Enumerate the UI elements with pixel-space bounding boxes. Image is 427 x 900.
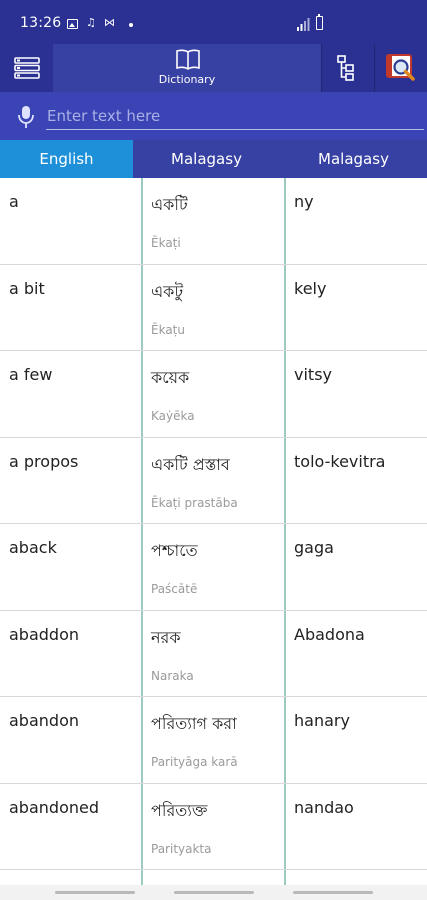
microphone-icon[interactable] bbox=[16, 105, 36, 129]
english-word: aback bbox=[9, 538, 57, 557]
status-bar: 13:26 ♫ ⋈ bbox=[0, 0, 427, 44]
nav-home-button[interactable] bbox=[174, 891, 254, 894]
list-item[interactable]: abandon পরিত্যাগ করা Parityāga karā hana… bbox=[0, 697, 427, 784]
english-word: a propos bbox=[9, 451, 79, 471]
malagasy-word: nandao bbox=[294, 797, 354, 817]
list-item[interactable]: a একটি Ēkaṭi ny bbox=[0, 178, 427, 265]
nav-recents-button[interactable] bbox=[55, 891, 135, 894]
english-word: abandon bbox=[9, 711, 79, 730]
bengali-word: একটি bbox=[151, 195, 188, 214]
list-item[interactable]: aback পশ্চাতে Paścātē gaga bbox=[0, 524, 427, 611]
dictionary-search-button[interactable] bbox=[375, 44, 427, 92]
malagasy-word: ny bbox=[294, 192, 314, 211]
transliteration: Ēkaṭu bbox=[151, 322, 185, 337]
dictionary-tab[interactable]: Dictionary bbox=[53, 44, 321, 92]
bengali-word: পশ্চাতে bbox=[151, 541, 198, 560]
tab-english[interactable]: English bbox=[0, 140, 133, 178]
list-item[interactable]: abaddon নরক Naraka Abadona bbox=[0, 611, 427, 697]
tree-icon bbox=[337, 55, 354, 81]
dot-icon bbox=[129, 23, 133, 27]
signal-icon bbox=[297, 18, 310, 31]
list-item[interactable]: a bit একটু Ēkaṭu kely bbox=[0, 265, 427, 351]
search-bar bbox=[0, 92, 427, 140]
english-word: a bit bbox=[9, 278, 45, 298]
malagasy-word: kely bbox=[294, 278, 327, 298]
status-time: 13:26 bbox=[20, 15, 62, 31]
bengali-word: নরক bbox=[151, 627, 181, 647]
transliteration: Ēkaṭi prastāba bbox=[151, 495, 238, 510]
media-icon: ⋈ bbox=[104, 16, 115, 29]
bengali-word: পরিত্যাগ করা bbox=[151, 714, 237, 733]
battery-icon bbox=[316, 14, 323, 30]
tab-malagasy-translit[interactable]: Malagasy bbox=[133, 140, 280, 178]
image-icon bbox=[67, 19, 78, 29]
bengali-word: একটু bbox=[151, 281, 184, 301]
transliteration: Ēkaṭi bbox=[151, 236, 181, 250]
transliteration: Naraka bbox=[151, 668, 194, 683]
bengali-word: একটি প্রস্তাব bbox=[151, 454, 230, 474]
transliteration: Paścātē bbox=[151, 582, 198, 596]
malagasy-word: gaga bbox=[294, 538, 334, 557]
malagasy-word: vitsy bbox=[294, 365, 332, 384]
malagasy-word: tolo-kevitra bbox=[294, 451, 386, 471]
book-search-icon bbox=[386, 54, 415, 81]
nav-back-button[interactable] bbox=[293, 891, 373, 894]
system-nav-bar bbox=[0, 885, 427, 900]
transliteration: Kaẏēka bbox=[151, 409, 195, 423]
notification-icon: ♫ bbox=[86, 16, 96, 29]
list-item[interactable]: a few কয়েক Kaẏēka vitsy bbox=[0, 351, 427, 438]
english-word: a bbox=[9, 192, 19, 211]
bengali-word: কয়েক bbox=[151, 368, 190, 387]
transliteration: Parityāga karā bbox=[151, 755, 238, 769]
transliteration: Parityakta bbox=[151, 841, 212, 856]
tree-button[interactable] bbox=[322, 44, 370, 92]
word-list[interactable]: a একটি Ēkaṭi ny a bit একটু Ēkaṭu kely a … bbox=[0, 178, 427, 885]
bengali-word: পরিত্যক্ত bbox=[151, 800, 208, 820]
menu-list-icon bbox=[13, 57, 40, 79]
malagasy-word: hanary bbox=[294, 711, 350, 730]
book-icon bbox=[176, 49, 200, 70]
english-word: a few bbox=[9, 365, 53, 384]
language-tabs: English Malagasy Malagasy bbox=[0, 140, 427, 178]
tab-malagasy[interactable]: Malagasy bbox=[280, 140, 427, 178]
toolbar: Dictionary bbox=[0, 44, 427, 92]
search-input[interactable] bbox=[46, 102, 424, 130]
malagasy-word: Abadona bbox=[294, 624, 365, 644]
english-word: abaddon bbox=[9, 624, 80, 644]
english-word: abandoned bbox=[9, 797, 99, 817]
list-item[interactable]: a propos একটি প্রস্তাব Ēkaṭi prastāba to… bbox=[0, 438, 427, 524]
dictionary-label: Dictionary bbox=[158, 73, 216, 86]
list-item[interactable]: abandoned পরিত্যক্ত Parityakta nandao bbox=[0, 784, 427, 870]
menu-button[interactable] bbox=[0, 44, 53, 92]
